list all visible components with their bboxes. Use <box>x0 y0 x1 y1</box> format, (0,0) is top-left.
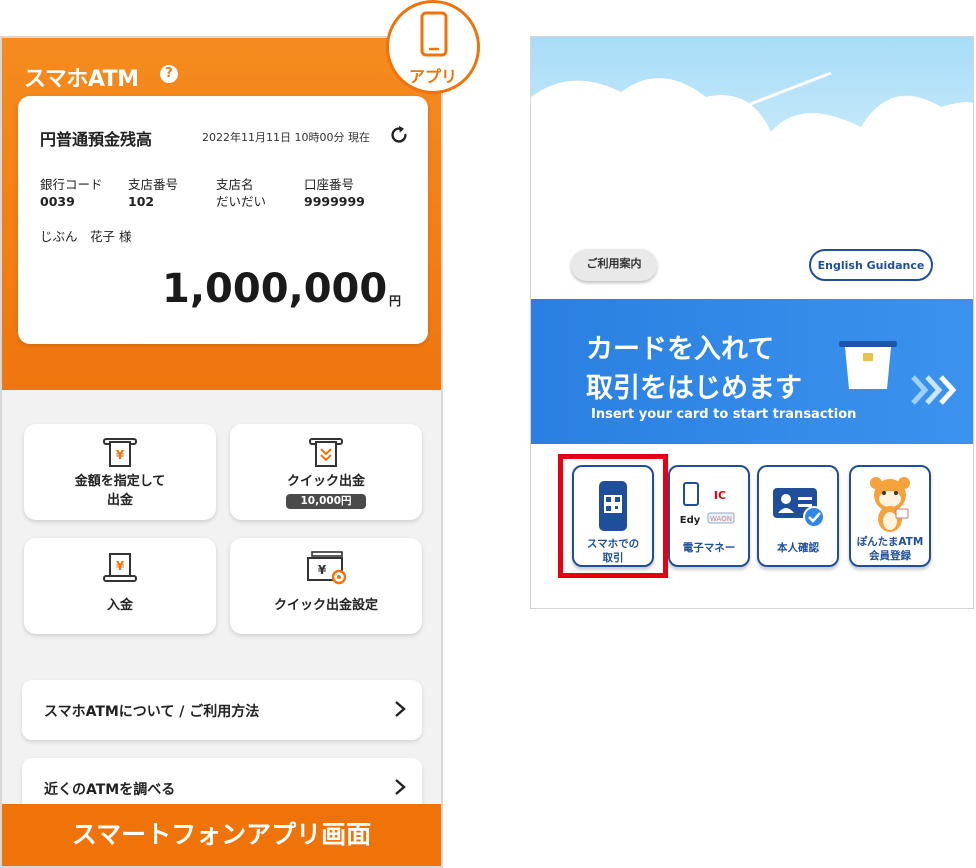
chevron-right-icon <box>395 779 406 795</box>
svg-text:IC: IC <box>714 489 726 502</box>
english-guidance-button[interactable]: English Guidance <box>809 249 933 281</box>
app-badge: アプリ <box>386 0 480 94</box>
question-circle-icon[interactable]: ? <box>160 65 178 83</box>
account-holder: じぶん 花子 様 <box>40 229 132 244</box>
bank-code: 銀行コード 0039 <box>40 177 103 209</box>
app-badge-label: アプリ <box>408 67 457 86</box>
quick-withdraw-amount-badge: 10,000円 <box>286 494 366 509</box>
quick-withdraw-settings-label: クイック出金設定 <box>273 598 378 613</box>
insert-card-banner: カードを入れて 取引をはじめます Insert your card to sta… <box>531 299 973 444</box>
quick-withdraw-settings-tile[interactable]: ¥ クイック出金設定 <box>230 538 422 634</box>
svg-text:¥: ¥ <box>116 448 125 462</box>
quick-withdraw-label: クイック出金 <box>286 474 365 489</box>
banner-line-2: 取引をはじめます <box>586 373 802 404</box>
withdraw-amount-tile[interactable]: ¥ 金額を指定して 出金 <box>24 424 216 520</box>
balance-card: 円普通預金残高 2022年11月11日 10時00分 現在 銀行コード 0039… <box>18 96 428 344</box>
refresh-icon[interactable] <box>388 124 410 146</box>
id-card-icon <box>773 488 825 528</box>
identity-verification-tile[interactable]: 本人確認 <box>757 465 839 567</box>
pontama-atm-registration-label: ぽんたまATM 会員登録 <box>856 536 924 562</box>
raccoon-mascot-icon <box>870 477 910 532</box>
about-smartphone-atm-label: スマホATMについて / ご利用方法 <box>44 704 260 720</box>
e-money-label: 電子マネー <box>682 542 736 554</box>
branch-number: 支店番号 102 <box>128 177 179 209</box>
deposit-icon: ¥ <box>103 553 137 582</box>
cash-withdraw-icon: ¥ <box>103 438 137 467</box>
deposit-label: 入金 <box>106 598 133 613</box>
currency-unit: 円 <box>389 294 402 308</box>
e-money-tile[interactable]: IC Edy WAON 電子マネー <box>668 465 750 567</box>
quick-withdraw-icon <box>309 438 343 467</box>
card-slot-icon <box>839 341 897 389</box>
svg-text:¥: ¥ <box>318 563 327 577</box>
svg-text:¥: ¥ <box>116 559 125 573</box>
app-title: スマホATM <box>24 67 139 92</box>
about-smartphone-atm-link[interactable]: スマホATMについて / ご利用方法 <box>22 680 422 740</box>
withdraw-amount-label: 金額を指定して 出金 <box>74 474 166 508</box>
pontama-atm-registration-tile[interactable]: ぽんたまATM 会員登録 <box>849 465 931 567</box>
usage-guide-button[interactable]: ご利用案内 <box>571 249 657 281</box>
balance-label: 円普通預金残高 <box>40 130 153 149</box>
deposit-tile[interactable]: ¥ 入金 <box>24 538 216 634</box>
identity-verification-label: 本人確認 <box>777 542 819 554</box>
chevron-right-icon <box>395 701 406 717</box>
smartphone-app-screen: スマホATM ? 円普通預金残高 2022年11月11日 10時00分 現在 銀… <box>0 36 443 868</box>
e-money-icon: IC Edy WAON <box>680 482 735 526</box>
quick-withdraw-tile[interactable]: クイック出金 10,000円 <box>230 424 422 520</box>
banner-line-1: カードを入れて <box>586 334 775 365</box>
smartphone-icon <box>420 11 448 57</box>
highlight-frame <box>558 454 668 578</box>
quick-settings-icon: ¥ <box>307 551 347 585</box>
find-nearby-atm-label: 近くのATMを調べる <box>44 782 176 798</box>
balance-amount: 1,000,000 <box>162 266 388 312</box>
balance-timestamp: 2022年11月11日 10時00分 現在 <box>202 131 370 144</box>
smartphone-app-caption: スマートフォンアプリ画面 <box>2 804 441 866</box>
forward-arrows-icon <box>911 375 957 405</box>
account-number: 口座番号 9999999 <box>304 177 365 209</box>
svg-text:WAON: WAON <box>710 515 732 523</box>
banner-english-text: Insert your card to start transaction <box>591 407 857 422</box>
branch-name: 支店名 だいだい <box>216 177 267 209</box>
svg-text:Edy: Edy <box>680 515 701 526</box>
